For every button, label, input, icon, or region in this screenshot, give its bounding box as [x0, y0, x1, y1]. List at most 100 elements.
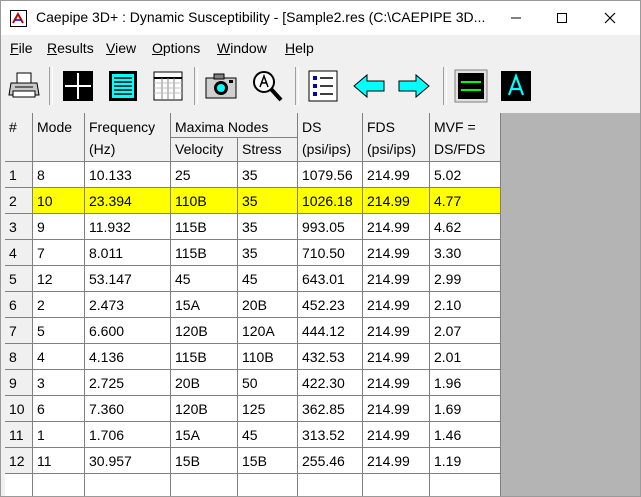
lines-view-button[interactable]	[454, 69, 488, 103]
cell-mvf: 1.96	[434, 375, 462, 391]
window-title: Caepipe 3D+ : Dynamic Susceptibility - […	[36, 9, 486, 25]
grid-lines-icon	[63, 71, 93, 101]
cell-freq: 30.957	[89, 453, 132, 469]
camera-button[interactable]	[204, 69, 238, 103]
cell-stress: 120A	[242, 323, 275, 339]
minimize-button[interactable]	[493, 1, 539, 35]
cell-ds: 362.85	[302, 401, 345, 417]
title-bar[interactable]: Caepipe 3D+ : Dynamic Susceptibility - […	[1, 1, 640, 35]
cell-ds: 993.05	[302, 219, 345, 235]
cell-mvf: 5.02	[434, 167, 462, 183]
cell-mvf: 2.07	[434, 323, 462, 339]
column-divider	[32, 113, 33, 496]
cell-mode: 10	[37, 193, 53, 209]
header-mvf: MVF =	[430, 113, 500, 137]
cell-mvf: 2.01	[434, 349, 462, 365]
cell-ds: 313.52	[302, 427, 345, 443]
column-divider	[362, 113, 363, 496]
column-divider	[170, 113, 171, 496]
cell-mvf: 3.30	[434, 245, 462, 261]
menu-results[interactable]: Results	[47, 40, 94, 56]
column-divider	[429, 113, 430, 496]
cell-freq: 11.932	[89, 219, 131, 235]
results-table[interactable]: # Mode Frequency (Hz) Maxima Nodes Veloc…	[5, 113, 501, 496]
cell-stress: 35	[242, 219, 258, 235]
caepipe-app-icon	[10, 10, 27, 27]
column-divider	[84, 113, 85, 496]
row-divider	[5, 395, 500, 396]
cell-freq: 2.725	[89, 375, 125, 391]
cell-vel: 115B	[175, 219, 207, 235]
column-divider	[297, 113, 298, 496]
arrow-left-icon	[353, 73, 385, 99]
cell-mode: 5	[37, 323, 45, 339]
cell-fds: 214.99	[367, 219, 410, 235]
cell-fds: 214.99	[367, 245, 410, 261]
cell-stress: 125	[242, 401, 266, 417]
grid-lines-button[interactable]	[61, 69, 95, 103]
menu-window[interactable]: Window	[217, 40, 267, 56]
row-divider	[5, 447, 500, 448]
menu-options[interactable]: Options	[152, 40, 200, 56]
cell-stress: 110B	[242, 349, 274, 365]
text-list-button[interactable]	[106, 69, 140, 103]
menu-help[interactable]: Help	[285, 40, 314, 56]
cell-fds: 214.99	[367, 193, 410, 209]
green-lines-icon	[454, 69, 488, 103]
results-area: # Mode Frequency (Hz) Maxima Nodes Veloc…	[5, 113, 640, 496]
cell-idx: 3	[5, 214, 32, 239]
cell-vel: 15B	[175, 453, 200, 469]
cell-idx: 7	[5, 318, 32, 343]
cell-vel: 25	[175, 167, 191, 183]
cell-freq: 4.136	[89, 349, 125, 365]
cell-freq: 23.394	[89, 193, 132, 209]
text-view-button[interactable]	[499, 69, 533, 103]
cell-idx: 2	[5, 188, 32, 213]
cell-freq: 1.706	[89, 427, 125, 443]
cell-idx: 11	[5, 422, 32, 447]
row-divider	[5, 369, 500, 370]
cell-mode: 7	[37, 245, 45, 261]
cell-ds: 422.30	[302, 375, 345, 391]
cell-mode: 11	[37, 453, 52, 469]
header-ds-unit: (psi/ips)	[298, 137, 362, 161]
cell-ds: 643.01	[302, 271, 345, 287]
arrow-right-icon	[398, 73, 430, 99]
cell-mvf: 1.69	[434, 401, 462, 417]
cell-stress: 50	[242, 375, 258, 391]
app-window: Caepipe 3D+ : Dynamic Susceptibility - […	[0, 0, 641, 497]
next-button[interactable]	[397, 69, 431, 103]
cell-freq: 6.600	[89, 323, 125, 339]
row-divider	[5, 187, 500, 188]
maximize-button[interactable]	[539, 1, 585, 35]
close-icon	[604, 12, 616, 24]
cell-vel: 120B	[175, 323, 208, 339]
cell-freq: 7.360	[89, 401, 125, 417]
cell-mode: 9	[37, 219, 45, 235]
menu-file[interactable]: File	[10, 40, 33, 56]
cell-fds: 214.99	[367, 375, 410, 391]
row-divider	[5, 265, 500, 266]
toolbar	[1, 61, 640, 111]
menu-view[interactable]: View	[106, 40, 136, 56]
list-button[interactable]	[306, 69, 340, 103]
previous-button[interactable]	[352, 69, 386, 103]
close-button[interactable]	[587, 1, 633, 35]
zoom-button[interactable]	[250, 69, 284, 103]
print-button[interactable]	[7, 69, 41, 103]
row-divider	[5, 317, 500, 318]
cell-vel: 110B	[175, 193, 207, 209]
cell-mode: 1	[37, 427, 45, 443]
toolbar-separator	[194, 67, 198, 105]
cell-fds: 214.99	[367, 427, 410, 443]
cell-freq: 2.473	[89, 297, 125, 313]
cell-mode: 2	[37, 297, 45, 313]
header-stress: Stress	[238, 137, 297, 161]
cell-stress: 35	[242, 245, 258, 261]
table-view-button[interactable]	[151, 69, 185, 103]
cell-idx: 5	[5, 266, 32, 291]
header-frequency: Frequency	[85, 113, 170, 137]
cell-vel: 45	[175, 271, 191, 287]
toolbar-separator	[443, 67, 447, 105]
cell-idx: 9	[5, 370, 32, 395]
